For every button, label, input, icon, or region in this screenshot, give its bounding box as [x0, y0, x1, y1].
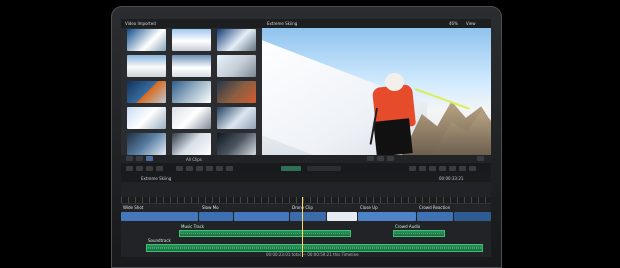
browser-panel	[121, 28, 262, 155]
clip-thumbnail[interactable]	[127, 133, 166, 155]
clip-thumbnail[interactable]	[172, 29, 211, 51]
share-button[interactable]	[156, 166, 163, 171]
video-clip[interactable]	[454, 212, 491, 221]
audio-clip-label: Crowd Audio	[395, 224, 421, 229]
keyword-button[interactable]	[136, 166, 143, 171]
select-tool-button[interactable]	[226, 166, 233, 171]
clip-thumbnail[interactable]	[172, 133, 211, 155]
clip-thumbnail[interactable]	[172, 81, 211, 103]
grid-view-button[interactable]	[126, 156, 133, 161]
append-button[interactable]	[186, 166, 193, 171]
timeline-header: Extreme Skiing 00:00:33:21	[121, 174, 491, 182]
view-menu[interactable]: View	[466, 21, 476, 26]
audio-waveform	[181, 233, 349, 234]
video-clip[interactable]	[290, 212, 326, 221]
audio-clip-label: Music Track	[181, 224, 205, 229]
overwrite-button[interactable]	[206, 166, 213, 171]
audio-clip[interactable]	[146, 244, 483, 252]
video-clip[interactable]	[121, 212, 198, 221]
audio-button[interactable]	[439, 166, 446, 171]
video-clip-label: Wide Shot	[123, 205, 144, 210]
enhance-button[interactable]	[409, 166, 416, 171]
audio-clip-label: Soundtrack	[148, 238, 171, 243]
clip-thumbnail[interactable]	[127, 55, 166, 77]
timeline-tool-button[interactable]	[176, 166, 183, 171]
clip-thumbnail[interactable]	[172, 107, 211, 129]
insert-button[interactable]	[196, 166, 203, 171]
timeline-footer-status: 00:00:23:01 total — 00:00:59:21 this Tim…	[266, 252, 359, 257]
fullscreen-button[interactable]	[477, 156, 484, 161]
clip-thumbnail[interactable]	[172, 55, 211, 77]
clip-appearance-button[interactable]	[146, 156, 153, 161]
transform-button[interactable]	[429, 166, 436, 171]
audio-clip[interactable]	[393, 230, 445, 237]
viewer-title: Extreme Skiing	[267, 21, 298, 26]
clip-thumbnail[interactable]	[217, 107, 256, 129]
play-forward-button[interactable]	[387, 156, 394, 161]
video-clip-label: Slow Mo	[202, 205, 219, 210]
clip-thumbnail[interactable]	[217, 29, 256, 51]
clip-thumbnail[interactable]	[127, 107, 166, 129]
main-toolbar	[121, 163, 491, 174]
audio-waveform	[148, 247, 481, 249]
video-clip[interactable]	[417, 212, 453, 221]
timeline-project-title: Extreme Skiing	[141, 176, 172, 181]
filmstrip-view-button[interactable]	[136, 156, 143, 161]
video-clip[interactable]	[358, 212, 416, 221]
skier-helmet	[385, 73, 404, 91]
timeline-playhead[interactable]	[302, 197, 303, 257]
play-button[interactable]	[377, 156, 384, 161]
clip-thumbnail[interactable]	[127, 81, 166, 103]
final-cut-pro-window: Video Imported Extreme Skiing 46% View A…	[121, 19, 491, 257]
titles-button[interactable]	[459, 166, 466, 171]
clip-thumbnail[interactable]	[127, 29, 166, 51]
ruler-ticks	[121, 197, 491, 203]
generators-button[interactable]	[469, 166, 476, 171]
connect-button[interactable]	[216, 166, 223, 171]
clip-thumbnail[interactable]	[217, 55, 256, 77]
analyze-button[interactable]	[146, 166, 153, 171]
clip-thumbnail[interactable]	[217, 81, 256, 103]
video-clip[interactable]	[199, 212, 233, 221]
browser-viewer-controls: All Clips	[121, 155, 491, 163]
viewer-canvas	[262, 28, 491, 155]
import-button[interactable]	[126, 166, 133, 171]
color-button[interactable]	[419, 166, 426, 171]
video-clip-label: Close Up	[360, 205, 378, 210]
audio-clip[interactable]	[179, 230, 351, 237]
timeline-timecode: 00:00:33:21	[439, 176, 464, 181]
video-clip-label: Crowd Reaction	[419, 205, 451, 210]
viewer-zoom[interactable]: 46%	[449, 21, 458, 26]
timeline-ruler	[121, 197, 491, 204]
browser-title: Video Imported	[125, 21, 156, 26]
timecode-display[interactable]	[281, 166, 301, 171]
top-title-bar: Video Imported Extreme Skiing 46% View	[121, 19, 491, 28]
audio-waveform	[395, 233, 443, 234]
video-clip[interactable]	[234, 212, 289, 221]
timeline-panel: Extreme Skiing 00:00:33:21 Wide Shot Slo…	[121, 174, 491, 257]
play-reverse-button[interactable]	[367, 156, 374, 161]
clip-thumbnail[interactable]	[217, 133, 256, 155]
skier-pants	[373, 118, 413, 155]
transport-display	[307, 166, 341, 171]
video-clip[interactable]	[327, 212, 357, 221]
effects-button[interactable]	[449, 166, 456, 171]
browser-filter[interactable]: All Clips	[186, 157, 202, 162]
